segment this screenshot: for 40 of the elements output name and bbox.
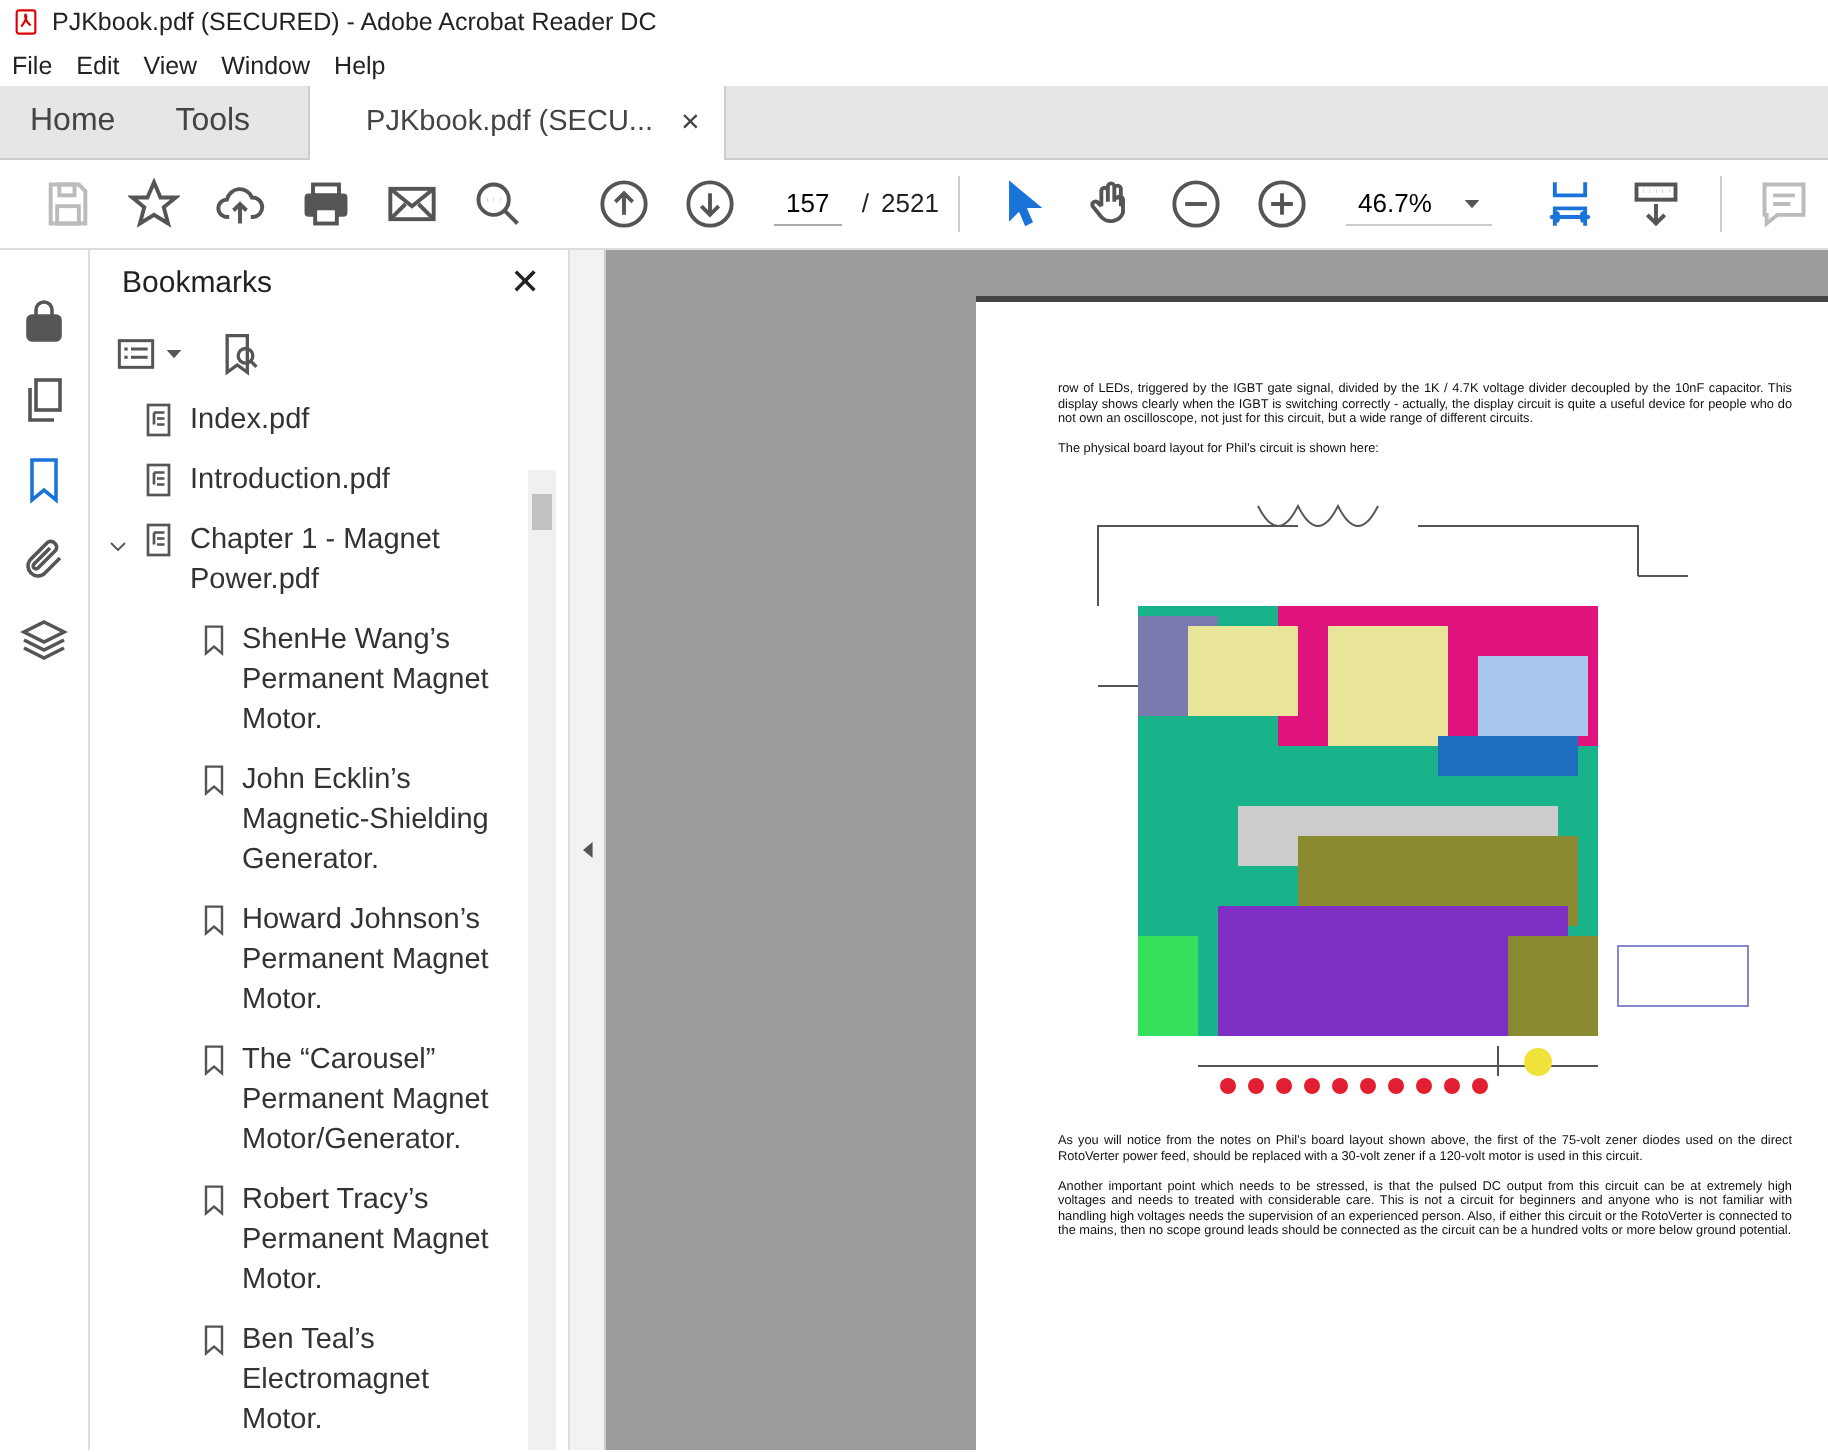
page-separator: / xyxy=(861,186,869,223)
bookmark-item[interactable]: Howard Johnson’s Permanent Magnet Motor. xyxy=(90,890,568,1030)
pdf-file-icon xyxy=(12,6,40,38)
close-button[interactable]: ✕ xyxy=(510,256,540,311)
zoom-dropdown[interactable]: 46.7% xyxy=(1346,181,1492,227)
window-title: PJKbook.pdf (SECURED) - Adobe Acrobat Reader DC xyxy=(52,5,657,40)
print-icon[interactable] xyxy=(300,178,353,230)
splitter-handle[interactable] xyxy=(570,250,606,1450)
arrow-down-circle-icon[interactable] xyxy=(684,178,737,230)
read-mode-icon[interactable] xyxy=(1630,178,1683,230)
tab[interactable]: Tools xyxy=(145,86,281,158)
list-options-icon xyxy=(114,333,158,374)
menu-item[interactable]: File xyxy=(0,44,65,86)
menu-item[interactable]: Edit xyxy=(64,44,132,86)
menu-item[interactable]: Window xyxy=(209,44,323,86)
document-tab[interactable]: PJKbook.pdf (SECU... × xyxy=(308,86,726,160)
page-count: 2521 xyxy=(881,186,939,223)
arrow-up-circle-icon[interactable] xyxy=(598,178,651,230)
bookmark-item[interactable]: Chapter 1 - Magnet Power.pdf xyxy=(90,510,568,610)
menu-item[interactable]: Help xyxy=(322,44,398,86)
menu-item[interactable]: View xyxy=(131,44,210,86)
scrollbar[interactable] xyxy=(528,470,556,1450)
bookmark-item[interactable]: Introduction.pdf xyxy=(90,450,568,510)
bookmark-item[interactable]: John Ecklin’s Magnetic-Shielding Generator. xyxy=(90,750,568,890)
bookmark-item[interactable]: The “Carousel” Permanent Magnet Motor/Generator. xyxy=(90,1030,568,1170)
caret-icon xyxy=(1463,195,1480,211)
bookmark-item[interactable]: ShenHe Wang’s Permanent Magnet Motor. xyxy=(90,610,568,750)
star-icon[interactable] xyxy=(127,178,180,230)
collapse-arrow-icon xyxy=(579,840,595,860)
panel-title: Bookmarks xyxy=(122,263,273,304)
bookmark-item[interactable]: Index.pdf xyxy=(90,390,568,450)
bookmark-item[interactable]: Robert Tracy’s Permanent Magnet Motor. xyxy=(90,1170,568,1310)
zoom-out-icon[interactable] xyxy=(1170,178,1223,230)
zoom-in-icon[interactable] xyxy=(1256,178,1309,230)
caret-icon xyxy=(166,345,182,362)
bookmark-item[interactable]: Ben Teal’s Electromagnet Motor. xyxy=(90,1310,568,1450)
close-icon[interactable]: × xyxy=(681,99,700,147)
tab[interactable]: Home xyxy=(0,86,146,158)
layers-icon[interactable] xyxy=(20,614,68,666)
lock-icon[interactable] xyxy=(20,294,68,346)
